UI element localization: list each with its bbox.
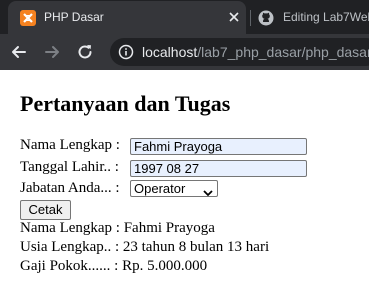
github-icon: [258, 10, 274, 31]
result-usia: Usia Lengkap.. : 23 tahun 8 bulan 13 har…: [20, 239, 270, 255]
tab-separator: [250, 10, 251, 26]
result-nama: Nama Lengkap : Fahmi Prayoga: [20, 220, 215, 236]
result-gaji: Gaji Pokok...... : Rp. 5.000.000: [20, 258, 208, 274]
url-host: localhost: [142, 44, 198, 60]
jabatan-label: Jabatan Anda... :: [20, 180, 120, 196]
tanggal-label: Tanggal Lahir.. :: [20, 159, 119, 175]
tab-title: Editing Lab7Web: [283, 10, 369, 24]
info-icon[interactable]: [118, 44, 134, 65]
tab-title: PHP Dasar: [44, 10, 104, 24]
close-icon[interactable]: [226, 9, 242, 25]
page-content: Pertanyaan dan Tugas Nama Lengkap : Fahm…: [0, 70, 369, 286]
forward-arrow-icon[interactable]: [42, 42, 62, 62]
xampp-icon: [20, 10, 36, 26]
tanggal-row: Tanggal Lahir.. :: [20, 159, 119, 176]
tab-php-dasar[interactable]: PHP Dasar: [8, 1, 246, 34]
cetak-button[interactable]: Cetak: [20, 200, 71, 220]
jabatan-selected: Operator: [134, 181, 186, 196]
tanggal-input[interactable]: 1997 08 27: [130, 160, 307, 177]
url-path: /lab7_php_dasar/php_dasar.: [197, 44, 369, 60]
reload-icon[interactable]: [75, 42, 95, 62]
nama-input[interactable]: Fahmi Prayoga: [130, 138, 307, 155]
nama-row: Nama Lengkap :: [20, 137, 120, 154]
browser-toolbar: localhost/lab7_php_dasar/php_dasar.: [0, 34, 369, 70]
chevron-down-icon: [203, 185, 213, 200]
page-title: Pertanyaan dan Tugas: [20, 91, 231, 116]
address-bar[interactable]: localhost/lab7_php_dasar/php_dasar.: [110, 38, 369, 66]
jabatan-row: Jabatan Anda... :: [20, 180, 120, 197]
tab-strip: PHP Dasar Editing Lab7Web: [0, 0, 369, 34]
url-text: localhost/lab7_php_dasar/php_dasar.: [142, 44, 369, 60]
back-arrow-icon[interactable]: [9, 42, 29, 62]
tab-editing-lab7web[interactable]: Editing Lab7Web: [252, 1, 369, 34]
nama-label: Nama Lengkap :: [20, 137, 120, 153]
jabatan-select[interactable]: Operator: [130, 180, 218, 197]
